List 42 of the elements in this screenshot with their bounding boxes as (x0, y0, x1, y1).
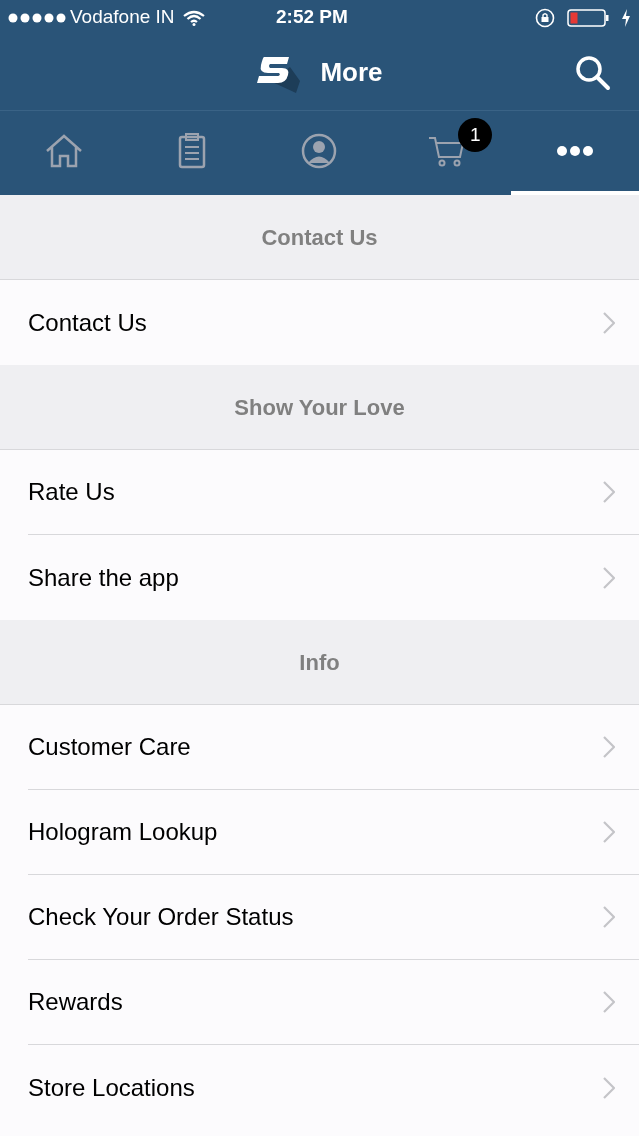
chevron-icon (603, 821, 615, 843)
menu-item[interactable]: Rewards (28, 960, 639, 1045)
menu-item[interactable]: Customer Care (28, 705, 639, 790)
menu-item-label: Hologram Lookup (28, 817, 218, 847)
chevron-icon (603, 906, 615, 928)
section-title: Info (299, 648, 340, 677)
chevron-icon (603, 481, 615, 503)
clipboard-icon (177, 133, 206, 169)
menu-item-label: Share the app (28, 562, 179, 593)
menu-item[interactable]: Store Locations (28, 1045, 639, 1130)
chevron-icon (603, 1076, 615, 1099)
menu-item[interactable]: Share the app (28, 535, 639, 620)
menu-item[interactable]: Check Your Order Status (28, 875, 639, 960)
menu-item[interactable]: Rate Us (28, 450, 639, 535)
section-title: Show Your Love (234, 393, 405, 422)
chevron-icon (603, 566, 615, 589)
battery-icon (567, 8, 609, 27)
menu-item[interactable]: Contact Us (28, 280, 639, 365)
user-icon (301, 133, 338, 169)
menu-item-label: Rewards (28, 987, 123, 1017)
more-icon (556, 145, 595, 157)
section-title: Contact Us (261, 223, 378, 252)
menu-item-label: Rate Us (28, 477, 115, 507)
menu-item-label: Check Your Order Status (28, 902, 294, 932)
menu-item-label: Store Locations (28, 1072, 195, 1103)
tab[interactable]: 1 (383, 111, 512, 195)
chevron-icon (603, 991, 615, 1013)
cart-count-badge: 1 (458, 118, 493, 152)
wifi-icon (182, 9, 205, 26)
search-icon (575, 55, 611, 91)
chevron-icon (603, 736, 615, 758)
menu-item-label: Customer Care (28, 732, 191, 762)
carrier-name: Vodafone IN (70, 5, 175, 30)
signal-icon (8, 12, 66, 23)
status-time: 2:52 PM (276, 5, 348, 30)
search-button[interactable] (575, 55, 611, 91)
menu-item[interactable]: Hologram Lookup (28, 790, 639, 875)
rotation-lock-icon (535, 7, 555, 28)
menu-item-label: Contact Us (28, 307, 147, 338)
charging-icon (621, 8, 631, 27)
page-title: More (320, 56, 383, 89)
chevron-icon (603, 311, 615, 334)
